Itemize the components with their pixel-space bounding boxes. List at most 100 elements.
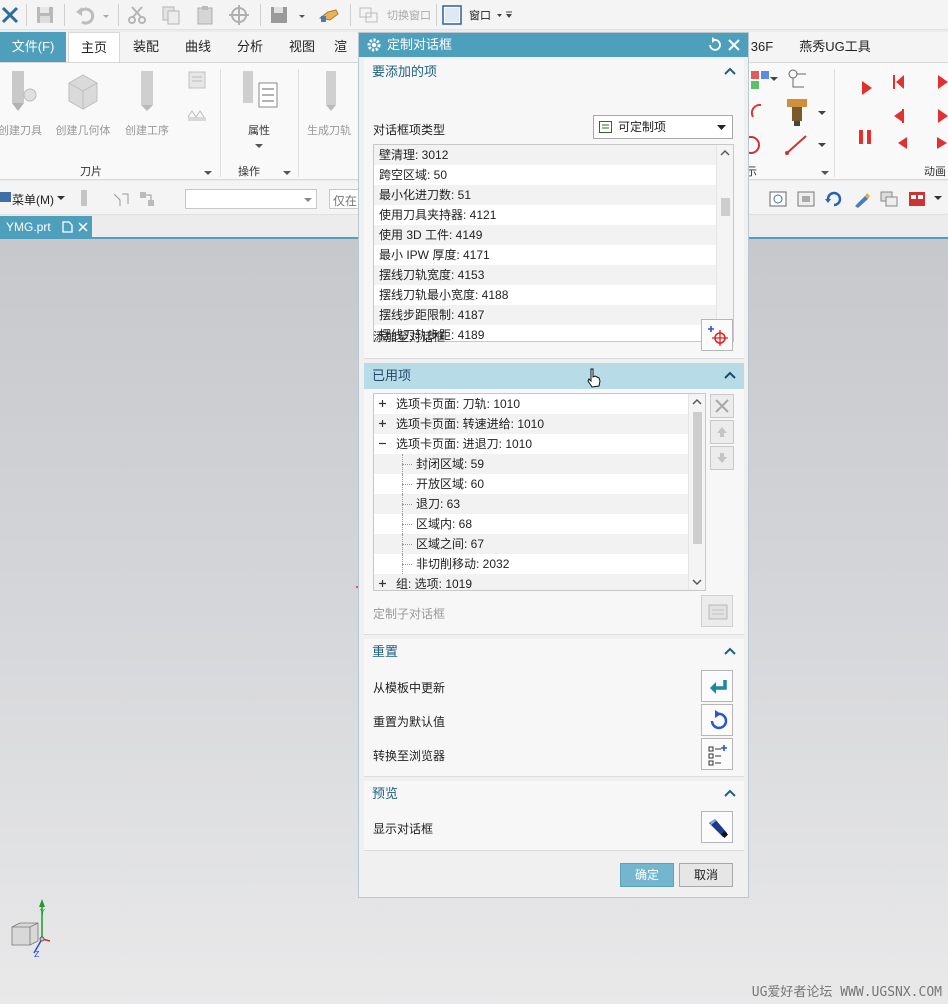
tab-home[interactable]: 主页 [68, 32, 120, 62]
document-close-icon[interactable] [78, 222, 88, 232]
display-mode-dropdown-icon[interactable] [934, 194, 942, 202]
used-items-scroll-thumb[interactable] [693, 412, 702, 544]
tree-item[interactable]: 开放区域: 60 [374, 474, 689, 494]
cancel-button[interactable]: 取消 [679, 863, 733, 887]
rotate-view-icon[interactable] [824, 189, 844, 209]
switch-window-icon[interactable] [358, 4, 380, 26]
collapse-chevron-icon[interactable] [724, 66, 736, 76]
create-geometry-button[interactable]: 创建几何体 [52, 67, 114, 138]
list-item[interactable]: 跨空区域: 50 [374, 165, 717, 185]
pen-icon[interactable] [852, 189, 872, 209]
properties-button[interactable]: 属性 [232, 67, 286, 153]
dialog-close-icon[interactable] [726, 37, 742, 53]
forward-end-icon[interactable] [936, 135, 948, 151]
tree-item[interactable]: 选项卡页面: 进退刀: 1010 [374, 434, 689, 454]
section-used-items-header[interactable]: 已用项 [364, 363, 744, 389]
expand-icon[interactable] [378, 419, 387, 428]
add-to-dialog-button[interactable] [701, 319, 733, 351]
tree-item[interactable]: 区域之间: 67 [374, 534, 689, 554]
used-items-tree[interactable]: 选项卡页面: 刀轨: 1010 选项卡页面: 转速进给: 1010 选项卡页面: 进… [373, 393, 706, 591]
collapse-icon[interactable] [378, 439, 387, 448]
generate-toolpath-button[interactable]: 生成刀轨 [306, 67, 358, 138]
group-display-dropdown-icon[interactable] [820, 169, 830, 177]
last-frame-icon[interactable] [934, 107, 948, 125]
mill-tool-icon[interactable] [784, 97, 810, 127]
measure-line-icon[interactable] [784, 133, 810, 155]
tab-render[interactable]: 渲染 [334, 32, 358, 62]
save-as-icon[interactable] [268, 4, 290, 26]
tab-view[interactable]: 视图 [280, 32, 324, 62]
dialog-item-type-select[interactable]: 可定制项 [593, 115, 733, 139]
section-preview-header[interactable]: 预览 [364, 781, 744, 807]
available-items-list[interactable]: 壁清理: 3012 跨空区域: 50 最小化进刀数: 51 使用刀具夹持器: 4… [373, 144, 734, 342]
next-frame-icon[interactable] [934, 73, 948, 91]
red-arc-icon[interactable] [749, 103, 763, 123]
create-operation-button[interactable]: 创建工序 [120, 67, 174, 138]
available-items-scroll-thumb[interactable] [721, 198, 730, 216]
collapse-chevron-icon[interactable] [724, 370, 736, 380]
filter-icon[interactable] [138, 190, 156, 208]
dialog-reset-icon[interactable] [706, 37, 722, 53]
tool-path-icon[interactable] [784, 67, 810, 93]
properties-dropdown-icon[interactable] [254, 142, 264, 150]
create-tool-button[interactable]: 创建刀具 [0, 67, 46, 138]
save-icon[interactable] [34, 4, 56, 26]
display-tool-icon[interactable] [749, 69, 771, 91]
tab-analysis[interactable]: 分析 [228, 32, 272, 62]
customize-subdialog-button[interactable] [701, 595, 733, 627]
snap-icon[interactable] [112, 190, 130, 208]
group-insert-dropdown-icon[interactable] [203, 169, 213, 177]
scroll-up-icon[interactable] [720, 149, 730, 156]
scroll-up-icon[interactable] [692, 398, 702, 405]
display-mode-icon[interactable] [907, 189, 927, 209]
list-item[interactable]: 摆线刀轨最小宽度: 4188 [374, 285, 717, 305]
scope-filter-combo[interactable]: 仅在 [329, 189, 359, 209]
document-tab[interactable]: YMG.prt [0, 216, 92, 238]
snap-view-icon[interactable] [768, 189, 788, 209]
tree-item[interactable]: 退刀: 63 [374, 494, 689, 514]
play-icon[interactable] [860, 79, 874, 97]
program-view-icon[interactable] [186, 69, 208, 91]
copy-icon[interactable] [160, 4, 182, 26]
menu-dropdown-icon[interactable] [57, 194, 65, 202]
tab-yanxiu-ug-tools[interactable]: 燕秀UG工具 [790, 32, 880, 62]
list-item[interactable]: 壁清理: 3012 [374, 145, 717, 165]
undo-icon[interactable] [74, 4, 96, 26]
expand-icon[interactable] [378, 579, 387, 588]
list-item[interactable]: 最小化进刀数: 51 [374, 185, 717, 205]
reset-to-default-button[interactable] [701, 704, 733, 736]
layer-icon[interactable] [879, 189, 899, 209]
ok-button[interactable]: 确定 [620, 863, 674, 887]
fit-view-icon[interactable] [796, 189, 816, 209]
pause-icon[interactable] [858, 129, 872, 145]
window-dropdown-icon[interactable] [494, 4, 516, 26]
document-modified-icon[interactable] [62, 221, 73, 233]
collapse-chevron-icon[interactable] [724, 646, 736, 656]
tree-item[interactable]: 区域内: 68 [374, 514, 689, 534]
remove-item-button[interactable] [710, 394, 734, 418]
type-filter-combo[interactable] [185, 189, 317, 209]
step-forward-icon[interactable] [892, 73, 906, 91]
move-up-button[interactable] [710, 420, 734, 444]
touch-hand-icon[interactable] [318, 4, 340, 26]
dialog-title-bar[interactable]: 定制对话框 [359, 33, 748, 57]
menu-icon[interactable] [0, 190, 12, 204]
list-item[interactable]: 摆线刀轨宽度: 4153 [374, 265, 717, 285]
machine-view-icon[interactable] [186, 101, 208, 123]
file-menu[interactable]: 文件(F) [0, 32, 66, 62]
list-item[interactable]: 最小 IPW 厚度: 4171 [374, 245, 717, 265]
tree-item[interactable]: 组: 选项: 1019 [374, 574, 689, 590]
paste-icon[interactable] [194, 4, 216, 26]
expand-icon[interactable] [378, 399, 387, 408]
tab-curve[interactable]: 曲线 [176, 32, 220, 62]
reverse-icon[interactable] [896, 135, 908, 151]
save-dropdown-icon[interactable] [296, 4, 308, 26]
list-item[interactable]: 使用 3D 工件: 4149 [374, 225, 717, 245]
tab-36f[interactable]: 36F [750, 32, 774, 62]
section-items-to-add-header[interactable]: 要添加的项 [364, 59, 744, 85]
measure-dropdown-icon[interactable] [818, 141, 826, 149]
section-reset-header[interactable]: 重置 [364, 639, 744, 665]
tree-item[interactable]: 非切削移动: 2032 [374, 554, 689, 574]
update-from-template-button[interactable] [701, 670, 733, 702]
app-x-icon[interactable] [0, 4, 22, 26]
